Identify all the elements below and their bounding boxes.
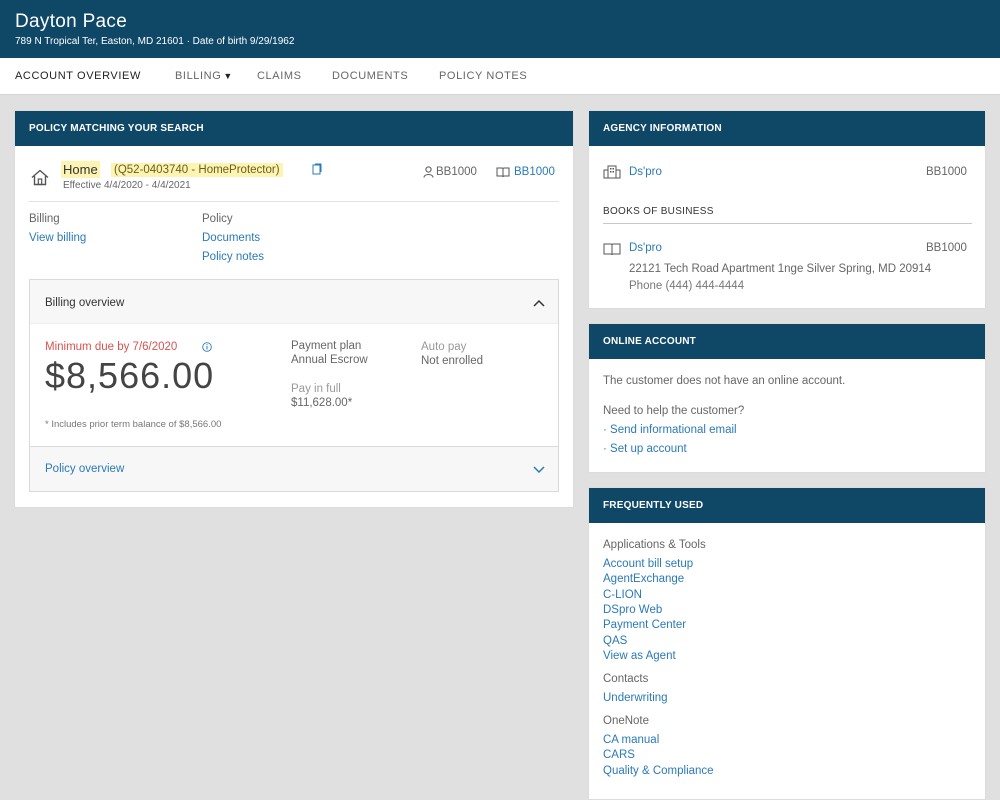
billing-overview-title: Billing overview bbox=[45, 297, 125, 309]
book-code-link[interactable]: BB1000 bbox=[514, 166, 555, 178]
billing-footnote: * Includes prior term balance of $8,566.… bbox=[45, 419, 222, 430]
agency-panel-title: AGENCY INFORMATION bbox=[589, 111, 985, 146]
policy-effective-dates: Effective 4/4/2020 - 4/4/2021 bbox=[63, 180, 191, 191]
policy-notes-link[interactable]: Policy notes bbox=[202, 251, 264, 263]
policy-heading: Policy bbox=[202, 213, 233, 225]
dspro-web-link[interactable]: DSpro Web bbox=[603, 604, 662, 616]
book-phone: Phone (444) 444-4444 bbox=[629, 280, 745, 292]
agent-code: BB1000 bbox=[436, 166, 477, 178]
cars-link[interactable]: CARS bbox=[603, 749, 635, 761]
online-account-help-text: Need to help the customer? bbox=[603, 405, 745, 417]
underwriting-link[interactable]: Underwriting bbox=[603, 692, 668, 704]
agency-code: BB1000 bbox=[926, 166, 967, 178]
chevron-up-icon[interactable] bbox=[533, 299, 545, 307]
policy-overview-header[interactable]: Policy overview bbox=[30, 446, 558, 491]
account-bill-setup-link[interactable]: Account bill setup bbox=[603, 558, 693, 570]
frequently-used-panel: FREQUENTLY USED Applications & Tools Acc… bbox=[588, 487, 986, 800]
customer-details: 789 N Tropical Ter, Easton, MD 21601 · D… bbox=[15, 36, 295, 47]
billing-heading: Billing bbox=[29, 213, 60, 225]
documents-link[interactable]: Documents bbox=[202, 232, 260, 244]
payment-plan-label: Payment plan bbox=[291, 340, 362, 352]
tab-billing-label: BILLING bbox=[175, 70, 222, 82]
auto-pay-label: Auto pay bbox=[421, 341, 467, 353]
view-billing-link[interactable]: View billing bbox=[29, 232, 86, 244]
policy-overview-title: Policy overview bbox=[45, 463, 125, 475]
policy-panel-title: POLICY MATCHING YOUR SEARCH bbox=[15, 111, 573, 146]
applications-tools-heading: Applications & Tools bbox=[603, 539, 706, 551]
chevron-down-icon[interactable] bbox=[533, 466, 545, 474]
minimum-due-label: Minimum due by 7/6/2020 bbox=[45, 341, 178, 353]
divider bbox=[603, 223, 972, 224]
payment-plan-value: Annual Escrow bbox=[291, 354, 368, 366]
agency-panel: AGENCY INFORMATION Ds'pro BB1000 BOOKS O… bbox=[588, 110, 986, 309]
billing-overview-header[interactable]: Billing overview bbox=[30, 280, 558, 324]
agent-icon bbox=[423, 166, 434, 178]
online-account-panel: ONLINE ACCOUNT The customer does not hav… bbox=[588, 323, 986, 473]
home-icon bbox=[31, 169, 49, 186]
books-of-business-heading: BOOKS OF BUSINESS bbox=[603, 206, 714, 217]
minimum-due-amount: $8,566.00 bbox=[45, 355, 215, 396]
set-up-account-link[interactable]: · Set up account bbox=[603, 443, 687, 455]
onenote-heading: OneNote bbox=[603, 715, 650, 727]
tab-documents[interactable]: DOCUMENTS bbox=[332, 70, 408, 82]
book-icon bbox=[496, 166, 510, 178]
ca-manual-link[interactable]: CA manual bbox=[603, 734, 659, 746]
policy-type: Home bbox=[61, 161, 100, 178]
c-lion-link[interactable]: C-LION bbox=[603, 589, 642, 601]
tab-policy-notes[interactable]: POLICY NOTES bbox=[439, 70, 527, 82]
agentexchange-link[interactable]: AgentExchange bbox=[603, 573, 684, 585]
online-account-status: The customer does not have an online acc… bbox=[603, 375, 846, 387]
online-account-panel-title: ONLINE ACCOUNT bbox=[589, 324, 985, 359]
book-address: 22121 Tech Road Apartment 1nge Silver Sp… bbox=[629, 263, 932, 275]
send-informational-email-link[interactable]: · Send informational email bbox=[603, 424, 737, 436]
contacts-heading: Contacts bbox=[603, 673, 649, 685]
policy-panel: POLICY MATCHING YOUR SEARCH Home (Q52-04… bbox=[14, 110, 574, 508]
tab-account-overview[interactable]: ACCOUNT OVERVIEW bbox=[15, 70, 141, 82]
customer-name: Dayton Pace bbox=[15, 11, 128, 32]
view-as-agent-link[interactable]: View as Agent bbox=[603, 650, 676, 662]
pay-in-full-value: $11,628.00* bbox=[291, 397, 353, 409]
auto-pay-value: Not enrolled bbox=[421, 355, 484, 367]
caret-down-icon: ▼ bbox=[223, 71, 233, 81]
main-nav: ACCOUNT OVERVIEW BILLING ▼ CLAIMS DOCUMEN… bbox=[0, 58, 1000, 95]
divider bbox=[29, 201, 559, 202]
building-icon bbox=[603, 165, 621, 179]
frequently-used-panel-title: FREQUENTLY USED bbox=[589, 488, 985, 523]
payment-center-link[interactable]: Payment Center bbox=[603, 619, 686, 631]
book-name-link[interactable]: Ds'pro bbox=[629, 242, 662, 254]
info-icon[interactable] bbox=[202, 342, 212, 352]
qas-link[interactable]: QAS bbox=[603, 635, 627, 647]
quality-compliance-link[interactable]: Quality & Compliance bbox=[603, 765, 714, 777]
copy-icon[interactable] bbox=[312, 163, 322, 175]
tab-claims[interactable]: CLAIMS bbox=[257, 70, 302, 82]
policy-id: (Q52-0403740 - HomeProtector) bbox=[111, 163, 283, 177]
book-icon bbox=[603, 242, 621, 256]
pay-in-full-label: Pay in full bbox=[291, 383, 341, 395]
tab-billing[interactable]: BILLING ▼ bbox=[175, 70, 233, 82]
agency-name-link[interactable]: Ds'pro bbox=[629, 166, 662, 178]
book-code: BB1000 bbox=[926, 242, 967, 254]
customer-header: Dayton Pace 789 N Tropical Ter, Easton, … bbox=[0, 0, 1000, 58]
billing-overview-section: Billing overview Minimum due by 7/6/2020… bbox=[29, 279, 559, 492]
